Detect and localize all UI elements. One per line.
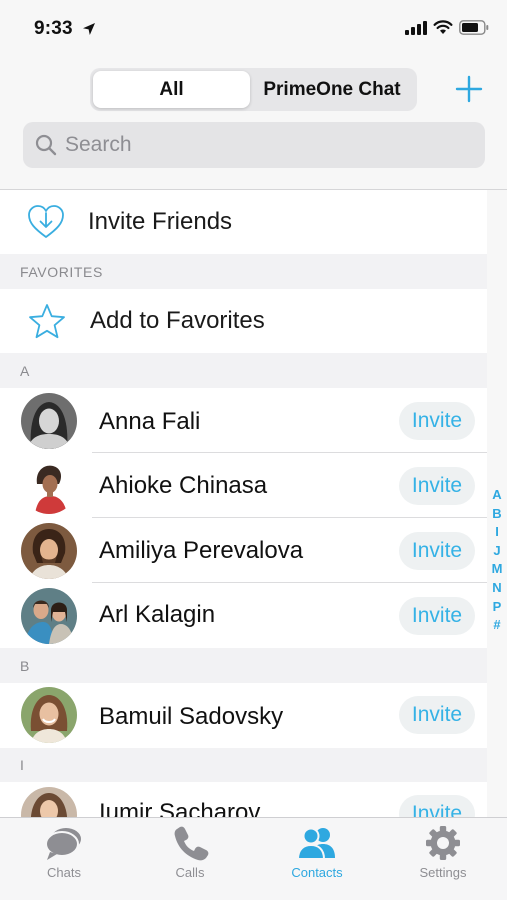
index-letter[interactable]: M <box>492 560 503 579</box>
contact-name: Amiliya Perevalova <box>99 537 304 564</box>
alphabet-index[interactable]: A B I J M N P # <box>488 486 506 635</box>
avatar <box>21 687 77 743</box>
contact-row[interactable]: Iumir Sacharov Invite <box>0 782 487 818</box>
segment-all[interactable]: All <box>93 71 250 108</box>
tab-chats-label: Chats <box>47 865 81 880</box>
invite-button[interactable]: Invite <box>399 532 475 570</box>
index-letter[interactable]: N <box>492 579 501 598</box>
search-input[interactable]: Search <box>23 122 485 168</box>
contact-row[interactable]: Arl Kalagin Invite <box>0 583 487 648</box>
people-icon <box>297 827 335 860</box>
invite-friends-row[interactable]: Invite Friends <box>0 190 487 254</box>
tab-chats[interactable]: Chats <box>9 818 119 888</box>
section-header-a: A <box>0 353 487 388</box>
index-letter[interactable]: I <box>495 523 499 542</box>
tab-settings-label: Settings <box>419 865 467 880</box>
location-arrow-icon <box>83 23 95 35</box>
avatar <box>21 393 77 449</box>
invite-button[interactable]: Invite <box>399 467 475 505</box>
contact-name: Arl Kalagin <box>99 601 216 628</box>
contact-name: Ahioke Chinasa <box>99 472 268 499</box>
avatar <box>21 787 77 818</box>
heart-download-icon <box>28 205 64 238</box>
contact-name: Iumir Sacharov <box>99 799 261 818</box>
contacts-filter-segmented-control: All PrimeOne Chat <box>90 68 417 111</box>
tab-bar: Chats Calls Contacts Settings <box>0 817 507 900</box>
search-icon <box>35 134 57 156</box>
section-header-i: I <box>0 748 487 782</box>
contact-name: Bamuil Sadovsky <box>99 703 284 730</box>
add-to-favorites-row[interactable]: Add to Favorites <box>0 289 487 353</box>
tab-calls[interactable]: Calls <box>135 818 245 888</box>
index-letter[interactable]: J <box>493 542 500 561</box>
invite-button[interactable]: Invite <box>399 795 475 818</box>
invite-button[interactable]: Invite <box>399 402 475 440</box>
invite-friends-label: Invite Friends <box>88 208 233 235</box>
index-letter[interactable]: A <box>492 486 501 505</box>
tab-contacts[interactable]: Contacts <box>262 818 372 888</box>
contact-row[interactable]: Anna Fali Invite <box>0 388 487 453</box>
add-to-favorites-label: Add to Favorites <box>90 307 265 334</box>
contact-row[interactable]: Ahioke Chinasa Invite <box>0 453 487 518</box>
chat-bubbles-icon <box>45 828 81 860</box>
phone-icon <box>174 826 209 861</box>
wifi-icon <box>433 20 453 34</box>
contact-name: Anna Fali <box>99 408 201 435</box>
favorites-section-header: FAVORITES <box>0 254 487 289</box>
index-letter[interactable]: P <box>493 598 502 617</box>
gear-icon <box>426 826 460 860</box>
avatar <box>21 588 77 644</box>
index-letter[interactable]: B <box>492 505 501 524</box>
avatar <box>21 458 77 514</box>
avatar <box>21 523 77 579</box>
add-contact-plus-icon[interactable] <box>452 72 486 106</box>
section-header-b: B <box>0 648 487 683</box>
tab-settings[interactable]: Settings <box>388 818 498 888</box>
contact-row[interactable]: Bamuil Sadovsky Invite <box>0 683 487 748</box>
search-placeholder: Search <box>65 133 132 156</box>
star-icon <box>29 304 65 339</box>
segment-primeone-chat[interactable]: PrimeOne Chat <box>250 71 414 108</box>
cellular-signal-icon <box>405 20 427 35</box>
invite-button[interactable]: Invite <box>399 696 475 734</box>
battery-icon <box>459 20 489 35</box>
tab-contacts-label: Contacts <box>291 865 343 880</box>
contact-row[interactable]: Amiliya Perevalova Invite <box>0 518 487 583</box>
index-letter[interactable]: # <box>493 616 500 635</box>
status-time: 9:33 <box>34 18 73 39</box>
tab-calls-label: Calls <box>175 865 205 880</box>
invite-button[interactable]: Invite <box>399 597 475 635</box>
status-icons <box>405 20 489 35</box>
